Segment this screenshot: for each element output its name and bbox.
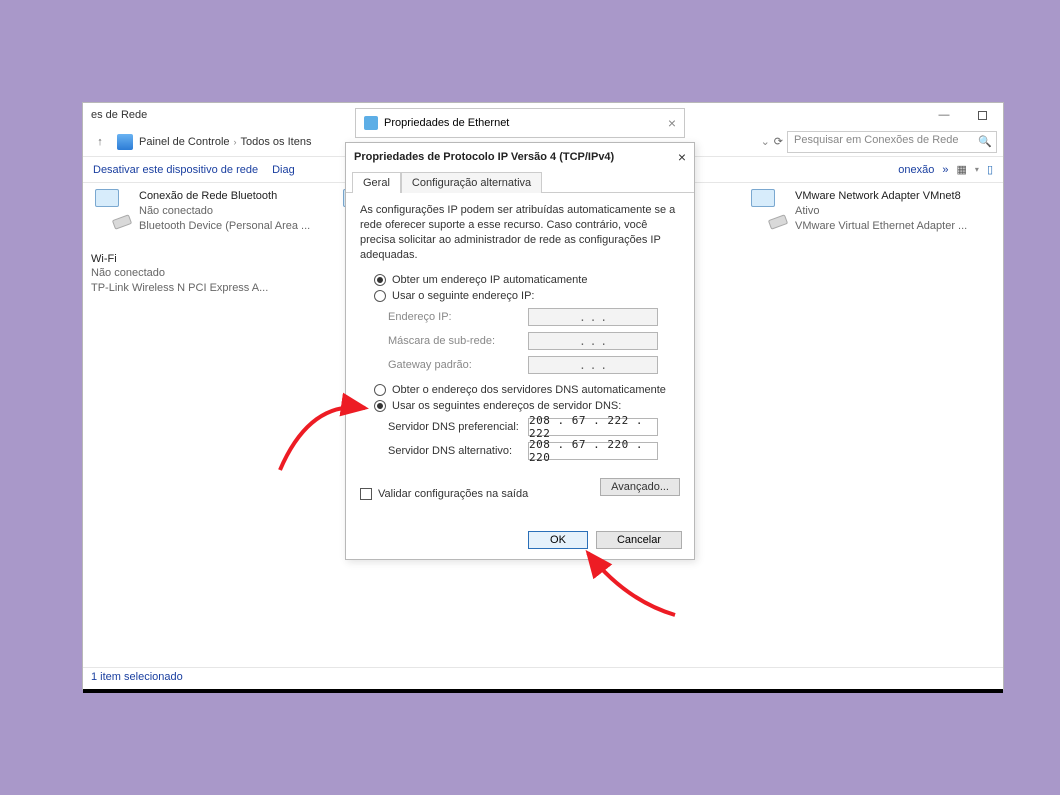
ip-address-label: Endereço IP:: [388, 311, 528, 323]
ipv4-tabs: Geral Configuração alternativa: [346, 171, 694, 193]
validate-row: Validar configurações na saída Avançado.…: [360, 474, 680, 500]
search-placeholder: Pesquisar em Conexões de Rede: [794, 134, 958, 146]
checkbox-icon: [360, 488, 372, 500]
window-controls: —: [931, 106, 995, 124]
dns-preferred-input[interactable]: 208 . 67 . 222 . 222: [528, 418, 658, 436]
radio-ip-auto[interactable]: Obter um endereço IP automaticamente: [360, 274, 680, 286]
toolbar-diag[interactable]: Diag: [272, 164, 295, 176]
ethernet-properties-dialog: Propriedades de Ethernet ×: [355, 108, 685, 138]
bottom-border: [83, 689, 1003, 693]
ipv4-title: Propriedades de Protocolo IP Versão 4 (T…: [354, 151, 614, 163]
control-panel-icon: [117, 134, 133, 150]
subnet-mask-label: Máscara de sub-rede:: [388, 335, 528, 347]
network-adapter-icon: [91, 189, 131, 229]
ipv4-content: As configurações IP podem ser atribuídas…: [346, 193, 694, 523]
ok-button[interactable]: OK: [528, 531, 588, 549]
adapter-status: Não conectado: [139, 204, 310, 219]
search-input[interactable]: Pesquisar em Conexões de Rede 🔍: [787, 131, 997, 153]
adapter-text: VMware Network Adapter VMnet8 Ativo VMwa…: [795, 189, 967, 234]
status-text: 1 item selecionado: [91, 671, 183, 683]
radio-dns-manual[interactable]: Usar os seguintes endereços de servidor …: [360, 400, 680, 412]
ipv4-description: As configurações IP podem ser atribuídas…: [360, 203, 680, 262]
cancel-button[interactable]: Cancelar: [596, 531, 682, 549]
explorer-title-text: es de Rede: [91, 109, 147, 121]
ipv4-titlebar: Propriedades de Protocolo IP Versão 4 (T…: [346, 143, 694, 171]
validate-checkbox-row[interactable]: Validar configurações na saída: [360, 488, 528, 500]
view-icon[interactable]: ▦: [957, 163, 967, 176]
adapter-vmware[interactable]: VMware Network Adapter VMnet8 Ativo VMwa…: [747, 189, 977, 234]
radio-icon: [374, 274, 386, 286]
search-icon: 🔍: [978, 135, 992, 149]
dns-alt-label: Servidor DNS alternativo:: [388, 445, 528, 457]
validate-label: Validar configurações na saída: [378, 488, 528, 500]
ip-fields: Endereço IP: ... Máscara de sub-rede: ..…: [388, 308, 680, 374]
adapter-status: Não conectado: [91, 266, 268, 281]
ip-address-input: ...: [528, 308, 658, 326]
dropdown-icon[interactable]: ⌄: [761, 135, 770, 148]
dns-section: Obter o endereço dos servidores DNS auto…: [360, 384, 680, 460]
help-icon[interactable]: ▯: [987, 163, 993, 176]
adapter-text: Conexão de Rede Bluetooth Não conectado …: [139, 189, 310, 234]
tab-alt-config[interactable]: Configuração alternativa: [401, 172, 542, 193]
radio-label: Obter o endereço dos servidores DNS auto…: [392, 384, 666, 396]
advanced-button[interactable]: Avançado...: [600, 478, 680, 496]
adapter-device: VMware Virtual Ethernet Adapter ...: [795, 219, 967, 234]
radio-label: Obter um endereço IP automaticamente: [392, 274, 587, 286]
ipv4-properties-dialog: Propriedades de Protocolo IP Versão 4 (T…: [345, 142, 695, 560]
toolbar-disable[interactable]: Desativar este dispositivo de rede: [93, 164, 258, 176]
adapter-device: TP-Link Wireless N PCI Express A...: [91, 281, 268, 296]
radio-icon: [374, 290, 386, 302]
radio-label: Usar os seguintes endereços de servidor …: [392, 400, 621, 412]
dns-pref-value: 208 . 67 . 222 . 222: [529, 414, 657, 440]
dialog-buttons: OK Cancelar: [346, 523, 694, 559]
maximize-button[interactable]: [969, 106, 995, 124]
close-icon[interactable]: ×: [678, 149, 686, 165]
ethernet-icon: [364, 116, 378, 130]
ethernet-dialog-title: Propriedades de Ethernet: [384, 117, 509, 129]
adapter-device: Bluetooth Device (Personal Area ...: [139, 219, 310, 234]
radio-label: Usar o seguinte endereço IP:: [392, 290, 534, 302]
close-icon[interactable]: ×: [668, 115, 676, 131]
status-bar: 1 item selecionado: [83, 667, 1003, 689]
gateway-input: ...: [528, 356, 658, 374]
radio-dns-auto[interactable]: Obter o endereço dos servidores DNS auto…: [360, 384, 680, 396]
radio-icon: [374, 384, 386, 396]
toolbar-conn[interactable]: onexão: [898, 164, 934, 176]
adapter-wifi[interactable]: Wi-Fi Não conectado TP-Link Wireless N P…: [91, 252, 321, 297]
network-adapter-icon: [747, 189, 787, 229]
chevron-right-icon: ›: [234, 137, 237, 147]
minimize-button[interactable]: —: [931, 106, 957, 124]
adapter-name: Conexão de Rede Bluetooth: [139, 189, 310, 204]
adapter-text: Wi-Fi Não conectado TP-Link Wireless N P…: [91, 252, 268, 297]
breadcrumb-all[interactable]: Todos os Itens: [241, 136, 312, 148]
address-right: ⌄ ⟳ Pesquisar em Conexões de Rede 🔍: [761, 131, 997, 153]
dns-alt-input[interactable]: 208 . 67 . 220 . 220: [528, 442, 658, 460]
dns-preferred-label: Servidor DNS preferencial:: [388, 421, 528, 433]
adapter-status: Ativo: [795, 204, 967, 219]
chevron-down-icon[interactable]: ▾: [975, 165, 979, 174]
dns-alt-value: 208 . 67 . 220 . 220: [529, 438, 657, 464]
subnet-mask-input: ...: [528, 332, 658, 350]
adapter-name: Wi-Fi: [91, 252, 268, 267]
adapter-bluetooth[interactable]: Conexão de Rede Bluetooth Não conectado …: [91, 189, 321, 234]
refresh-icon[interactable]: ⟳: [774, 135, 783, 148]
gateway-label: Gateway padrão:: [388, 359, 528, 371]
breadcrumb[interactable]: Painel de Controle › Todos os Itens: [139, 136, 311, 148]
nav-up-icon[interactable]: ↑: [89, 131, 111, 153]
radio-ip-manual[interactable]: Usar o seguinte endereço IP:: [360, 290, 680, 302]
tab-general[interactable]: Geral: [352, 172, 401, 193]
toolbar-more[interactable]: »: [942, 164, 948, 176]
dns-fields: Servidor DNS preferencial: 208 . 67 . 22…: [388, 418, 680, 460]
adapter-name: VMware Network Adapter VMnet8: [795, 189, 967, 204]
radio-icon: [374, 400, 386, 412]
breadcrumb-cp[interactable]: Painel de Controle: [139, 136, 230, 148]
